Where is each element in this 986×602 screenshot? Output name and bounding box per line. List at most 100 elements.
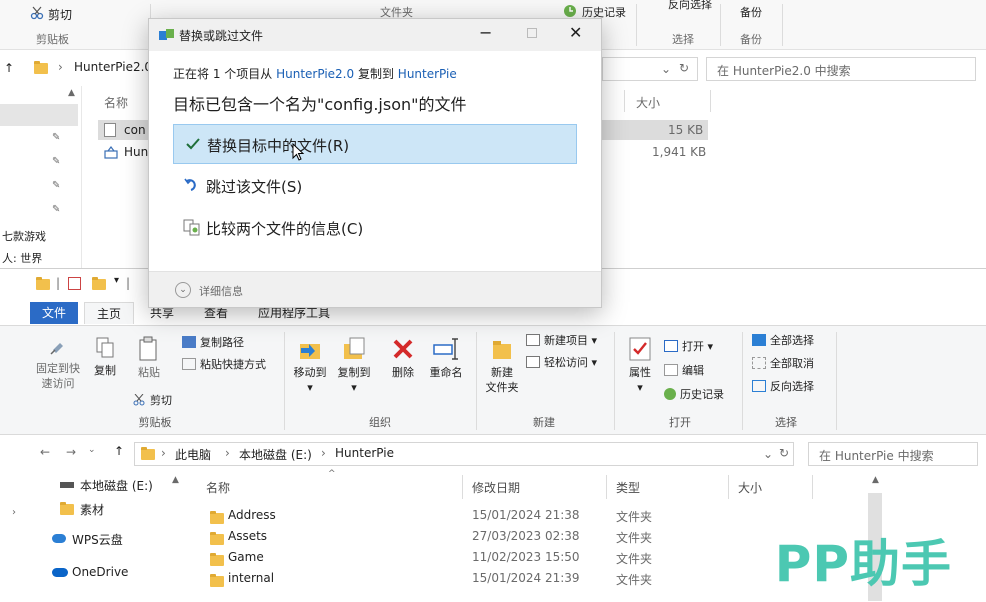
bg-col-size[interactable]: 大小	[636, 94, 660, 111]
breadcrumb-segment[interactable]: HunterPie	[335, 446, 394, 460]
bg-file-size: 1,941 KB	[652, 145, 707, 159]
minimize-button[interactable]: −	[479, 23, 492, 42]
bg-nav-item[interactable]: 七款游戏	[2, 228, 46, 244]
customize-toolbar-icon[interactable]: ▾	[114, 275, 119, 286]
nav-item-wps-cloud[interactable]: WPS云盘	[50, 529, 170, 549]
table-row[interactable]: internal 15/01/2024 21:39 文件夹	[192, 568, 872, 589]
properties-button[interactable]: 属性 ▾	[622, 336, 658, 395]
table-row[interactable]: Game 11/02/2023 15:50 文件夹	[192, 547, 872, 568]
new-folder-icon[interactable]	[92, 277, 106, 292]
dest-link[interactable]: HunterPie	[398, 67, 457, 81]
edit-icon	[664, 364, 678, 376]
up-arrow-icon[interactable]: ↑	[4, 61, 14, 75]
bg-nav-item[interactable]: 人: 世界	[2, 250, 42, 266]
select-all-button[interactable]: 全部选择	[752, 332, 814, 348]
bg-file-name: Hun	[124, 145, 149, 159]
scroll-up-icon[interactable]: ▲	[872, 475, 879, 485]
copy-button[interactable]: 复制	[90, 336, 120, 378]
open-button[interactable]: 打开 ▾	[664, 338, 713, 354]
pin-icon[interactable]: ✎	[52, 180, 60, 191]
close-button[interactable]: ✕	[569, 23, 582, 42]
clipboard-group-label: 剪贴板	[138, 416, 172, 429]
breadcrumb-segment[interactable]: 本地磁盘 (E:)	[239, 446, 312, 463]
table-row[interactable]: Address 15/01/2024 21:38 文件夹	[192, 505, 872, 526]
nav-item-label: WPS云盘	[72, 533, 123, 547]
rename-icon	[433, 338, 458, 360]
col-name[interactable]: 名称	[206, 479, 230, 496]
properties-icon[interactable]	[68, 277, 81, 290]
onedrive-icon	[52, 568, 68, 577]
recent-locations-icon[interactable]: ⌄	[88, 445, 96, 455]
cut-button[interactable]: 剪切	[132, 392, 172, 408]
address-bar: ← → ⌄ ↑ › 此电脑 › 本地磁盘 (E:) › HunterPie ⌄ …	[0, 439, 986, 469]
rename-button[interactable]: 重命名	[424, 336, 468, 380]
nav-item-label: OneDrive	[72, 565, 129, 579]
paste-icon	[139, 336, 157, 361]
nav-item-label: 素材	[80, 503, 105, 517]
easy-access-button[interactable]: 轻松访问 ▾	[526, 354, 597, 370]
new-item-icon	[526, 334, 540, 346]
copy-to-button[interactable]: 复制到 ▾	[334, 336, 374, 395]
invert-selection-button[interactable]: 反向选择	[752, 378, 814, 394]
pin-icon[interactable]: ✎	[52, 156, 60, 167]
refresh-icon[interactable]: ↻	[679, 61, 689, 75]
nav-item-material[interactable]: 素材	[56, 499, 166, 519]
paste-button[interactable]: 粘贴	[132, 336, 166, 380]
move-to-icon	[300, 344, 320, 359]
copy-path-button[interactable]: 复制路径	[182, 334, 244, 350]
check-icon	[184, 135, 202, 153]
breadcrumb[interactable]: › 此电脑 › 本地磁盘 (E:) › HunterPie ⌄ ↻	[134, 442, 794, 466]
bg-backup-button[interactable]: 备份	[740, 4, 762, 20]
tab-file[interactable]: 文件	[30, 302, 79, 324]
table-row[interactable]: Assets 27/03/2023 02:38 文件夹	[192, 526, 872, 547]
scroll-up-icon[interactable]: ▲	[68, 88, 75, 98]
bg-backup-group-label: 备份	[740, 33, 762, 46]
nav-item-onedrive[interactable]: OneDrive	[50, 563, 170, 583]
edit-button[interactable]: 编辑	[664, 362, 704, 378]
search-input[interactable]: 在 HunterPie 中搜索	[808, 442, 978, 466]
bg-col-name[interactable]: 名称	[104, 94, 128, 111]
select-none-button[interactable]: 全部取消	[752, 355, 814, 371]
back-arrow-icon[interactable]: ←	[40, 445, 50, 459]
breadcrumb-segment[interactable]: 此电脑	[175, 446, 211, 463]
pin-icon[interactable]: ✎	[52, 132, 60, 143]
bg-invert-selection-button[interactable]: 反向选择	[668, 0, 712, 12]
bg-search-input[interactable]: 在 HunterPie2.0 中搜索	[706, 57, 976, 81]
expand-details-icon[interactable]: ⌄	[175, 282, 191, 298]
dialog-heading: 目标已包含一个名为"config.json"的文件	[173, 95, 467, 114]
open-icon	[664, 340, 678, 352]
compare-option[interactable]: 比较两个文件的信息(C)	[173, 208, 577, 248]
up-arrow-icon[interactable]: ↑	[114, 444, 124, 458]
select-all-icon	[752, 334, 766, 346]
nav-item-drive[interactable]: 本地磁盘 (E:)	[56, 475, 166, 495]
move-to-button[interactable]: 移动到 ▾	[290, 336, 330, 395]
new-folder-button[interactable]: 新建 文件夹	[480, 336, 524, 395]
bg-address-box[interactable]: ⌄ ↻	[602, 57, 698, 81]
bg-nav-selected-item[interactable]	[0, 104, 78, 126]
col-type[interactable]: 类型	[616, 479, 640, 496]
history-button[interactable]: 历史记录	[664, 386, 724, 402]
col-size[interactable]: 大小	[738, 479, 762, 496]
copy-icon	[96, 337, 114, 358]
source-link[interactable]: HunterPie2.0	[276, 67, 354, 81]
bg-cut-button[interactable]: 剪切	[48, 6, 72, 23]
skip-option[interactable]: 跳过该文件(S)	[173, 166, 577, 206]
pin-quick-access-button[interactable]: 固定到快 速访问	[30, 336, 86, 391]
delete-button[interactable]: 删除	[386, 336, 420, 380]
divider	[782, 4, 783, 46]
scroll-up-icon[interactable]: ▲	[172, 475, 179, 485]
chevron-down-icon[interactable]: ⌄	[661, 62, 671, 76]
pin-icon[interactable]: ✎	[52, 204, 60, 215]
shortcut-icon	[182, 358, 196, 370]
forward-arrow-icon[interactable]: →	[66, 445, 76, 459]
refresh-icon[interactable]: ↻	[779, 446, 789, 460]
details-toggle[interactable]: 详细信息	[199, 283, 243, 299]
pin-icon	[50, 343, 63, 355]
paste-shortcut-button[interactable]: 粘贴快捷方式	[182, 356, 266, 372]
replace-option[interactable]: 替换目标中的文件(R)	[173, 124, 577, 164]
col-date[interactable]: 修改日期	[472, 479, 520, 496]
chevron-down-icon[interactable]: ⌄	[763, 447, 773, 461]
new-item-button[interactable]: 新建项目 ▾	[526, 332, 597, 348]
tab-home[interactable]: 主页	[84, 302, 135, 324]
bg-breadcrumb-segment[interactable]: HunterPie2.0	[74, 60, 152, 74]
